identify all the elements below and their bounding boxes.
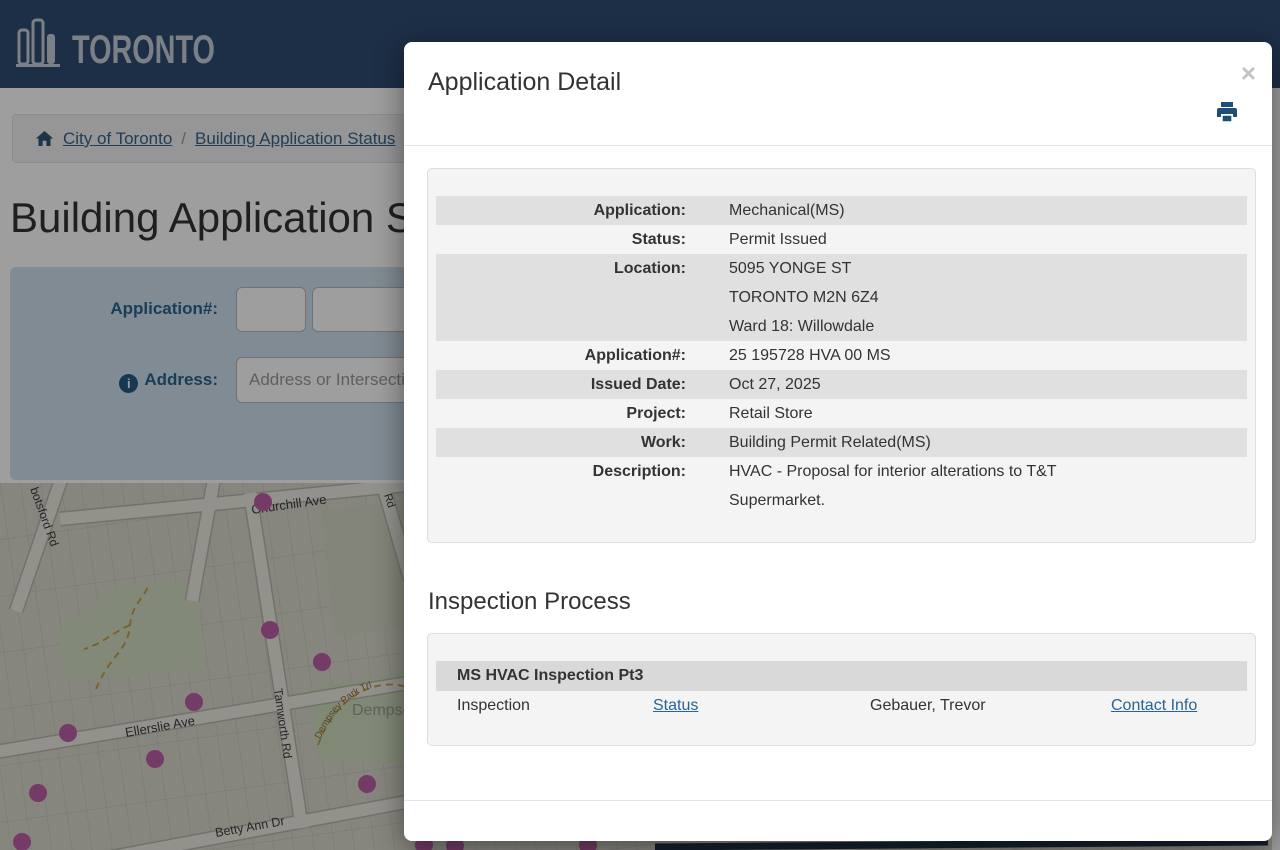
modal-footer: [404, 800, 1272, 841]
contact-info-link[interactable]: Contact Info: [1111, 691, 1197, 721]
detail-row-status: Status: Permit Issued: [436, 225, 1247, 254]
printer-icon[interactable]: [1215, 100, 1239, 124]
inspection-type: Inspection: [457, 691, 530, 721]
modal-header-divider: [404, 145, 1272, 146]
screen: TORONTO City of Toronto / Building Appli…: [0, 0, 1280, 850]
inspection-process-heading: Inspection Process: [428, 588, 631, 616]
inspection-status-link[interactable]: Status: [653, 691, 698, 721]
location-line-2: TORONTO M2N 6Z4: [729, 283, 879, 312]
detail-row-work: Work: Building Permit Related(MS): [436, 428, 1247, 457]
application-detail-table: Application: Mechanical(MS) Status: Perm…: [427, 168, 1256, 543]
location-line-3: Ward 18: Willowdale: [729, 312, 879, 341]
inspector-name: Gebauer, Trevor: [870, 691, 986, 721]
detail-row-application-number: Application#: 25 195728 HVA 00 MS: [436, 341, 1247, 370]
inspection-group-title: MS HVAC Inspection Pt3: [436, 661, 1247, 691]
detail-row-location: Location: 5095 YONGE ST TORONTO M2N 6Z4 …: [436, 254, 1247, 341]
inspection-row: Inspection Status Gebauer, Trevor Contac…: [436, 691, 1247, 721]
detail-row-project: Project: Retail Store: [436, 399, 1247, 428]
location-line-1: 5095 YONGE ST: [729, 254, 879, 283]
application-detail-modal: Application Detail × Application: Mechan…: [404, 42, 1272, 841]
close-icon[interactable]: ×: [1241, 60, 1256, 86]
modal-title: Application Detail: [428, 68, 621, 97]
inspection-process-table: MS HVAC Inspection Pt3 Inspection Status…: [427, 633, 1256, 746]
detail-row-application: Application: Mechanical(MS): [436, 196, 1247, 225]
detail-row-issued-date: Issued Date: Oct 27, 2025: [436, 370, 1247, 399]
detail-row-description: Description: HVAC - Proposal for interio…: [436, 457, 1247, 515]
